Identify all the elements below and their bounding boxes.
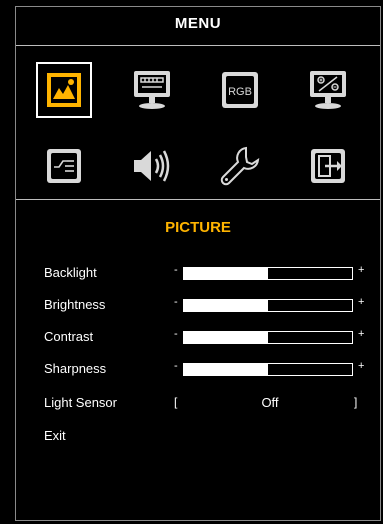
light-sensor-value[interactable]: Off <box>240 395 300 410</box>
menu-title: MENU <box>174 15 222 32</box>
category-icon-grid: RGB <box>16 45 380 199</box>
section-title: PICTURE <box>165 219 231 236</box>
picture-icon[interactable] <box>36 62 92 118</box>
backlight-row[interactable]: Backlight - + <box>44 264 380 285</box>
input-switch-icon-glyph <box>47 149 81 183</box>
brightness-slider[interactable] <box>183 299 353 312</box>
contrast-label: Contrast <box>44 329 94 344</box>
picture-icon-glyph <box>47 73 81 107</box>
contrast-slider[interactable] <box>183 331 353 344</box>
sharpness-slider[interactable] <box>183 363 353 376</box>
light-sensor-row[interactable]: Light Sensor [ Off ] <box>44 395 380 415</box>
light-sensor-bracket-left: [ <box>174 395 178 409</box>
input-switch-icon[interactable] <box>42 144 86 188</box>
sharpness-decrease[interactable]: - <box>174 360 178 372</box>
backlight-decrease[interactable]: - <box>174 264 178 276</box>
percent-icon-glyph <box>310 71 346 109</box>
brightness-increase[interactable]: + <box>358 296 364 308</box>
exit-icon[interactable] <box>306 144 350 188</box>
contrast-row[interactable]: Contrast - + <box>44 328 380 349</box>
contrast-slider-fill <box>184 332 268 343</box>
backlight-increase[interactable]: + <box>358 264 364 276</box>
settings-wrench-icon[interactable] <box>218 144 262 188</box>
contrast-decrease[interactable]: - <box>174 328 178 340</box>
brightness-decrease[interactable]: - <box>174 296 178 308</box>
brightness-row[interactable]: Brightness - + <box>44 296 380 317</box>
audio-speaker-icon[interactable] <box>130 144 174 188</box>
percent-icon[interactable] <box>306 68 350 112</box>
contrast-increase[interactable]: + <box>358 328 364 340</box>
rgb-icon-label: RGB <box>228 86 252 98</box>
sharpness-label: Sharpness <box>44 361 107 376</box>
backlight-slider-fill <box>184 268 268 279</box>
rgb-icon[interactable]: RGB <box>218 68 262 112</box>
exit-label: Exit <box>44 428 66 443</box>
exit-icon-glyph <box>311 149 345 183</box>
backlight-slider[interactable] <box>183 267 353 280</box>
sharpness-row[interactable]: Sharpness - + <box>44 360 380 381</box>
backlight-label: Backlight <box>44 265 97 280</box>
display-position-icon-glyph <box>134 71 170 109</box>
light-sensor-bracket-right: ] <box>354 395 358 409</box>
brightness-slider-fill <box>184 300 268 311</box>
light-sensor-label: Light Sensor <box>44 395 117 410</box>
brightness-label: Brightness <box>44 297 106 312</box>
divider <box>16 199 380 200</box>
settings-wrench-icon-glyph <box>220 146 260 186</box>
display-position-icon[interactable] <box>130 68 174 112</box>
audio-speaker-icon-glyph <box>134 150 170 182</box>
osd-menu: MENU RGB PICTURE Backlight - + Brightnes… <box>15 6 381 521</box>
sharpness-slider-fill <box>184 364 268 375</box>
exit-row[interactable]: Exit <box>44 428 380 448</box>
sharpness-increase[interactable]: + <box>358 360 364 372</box>
rgb-icon-glyph: RGB <box>222 72 258 108</box>
